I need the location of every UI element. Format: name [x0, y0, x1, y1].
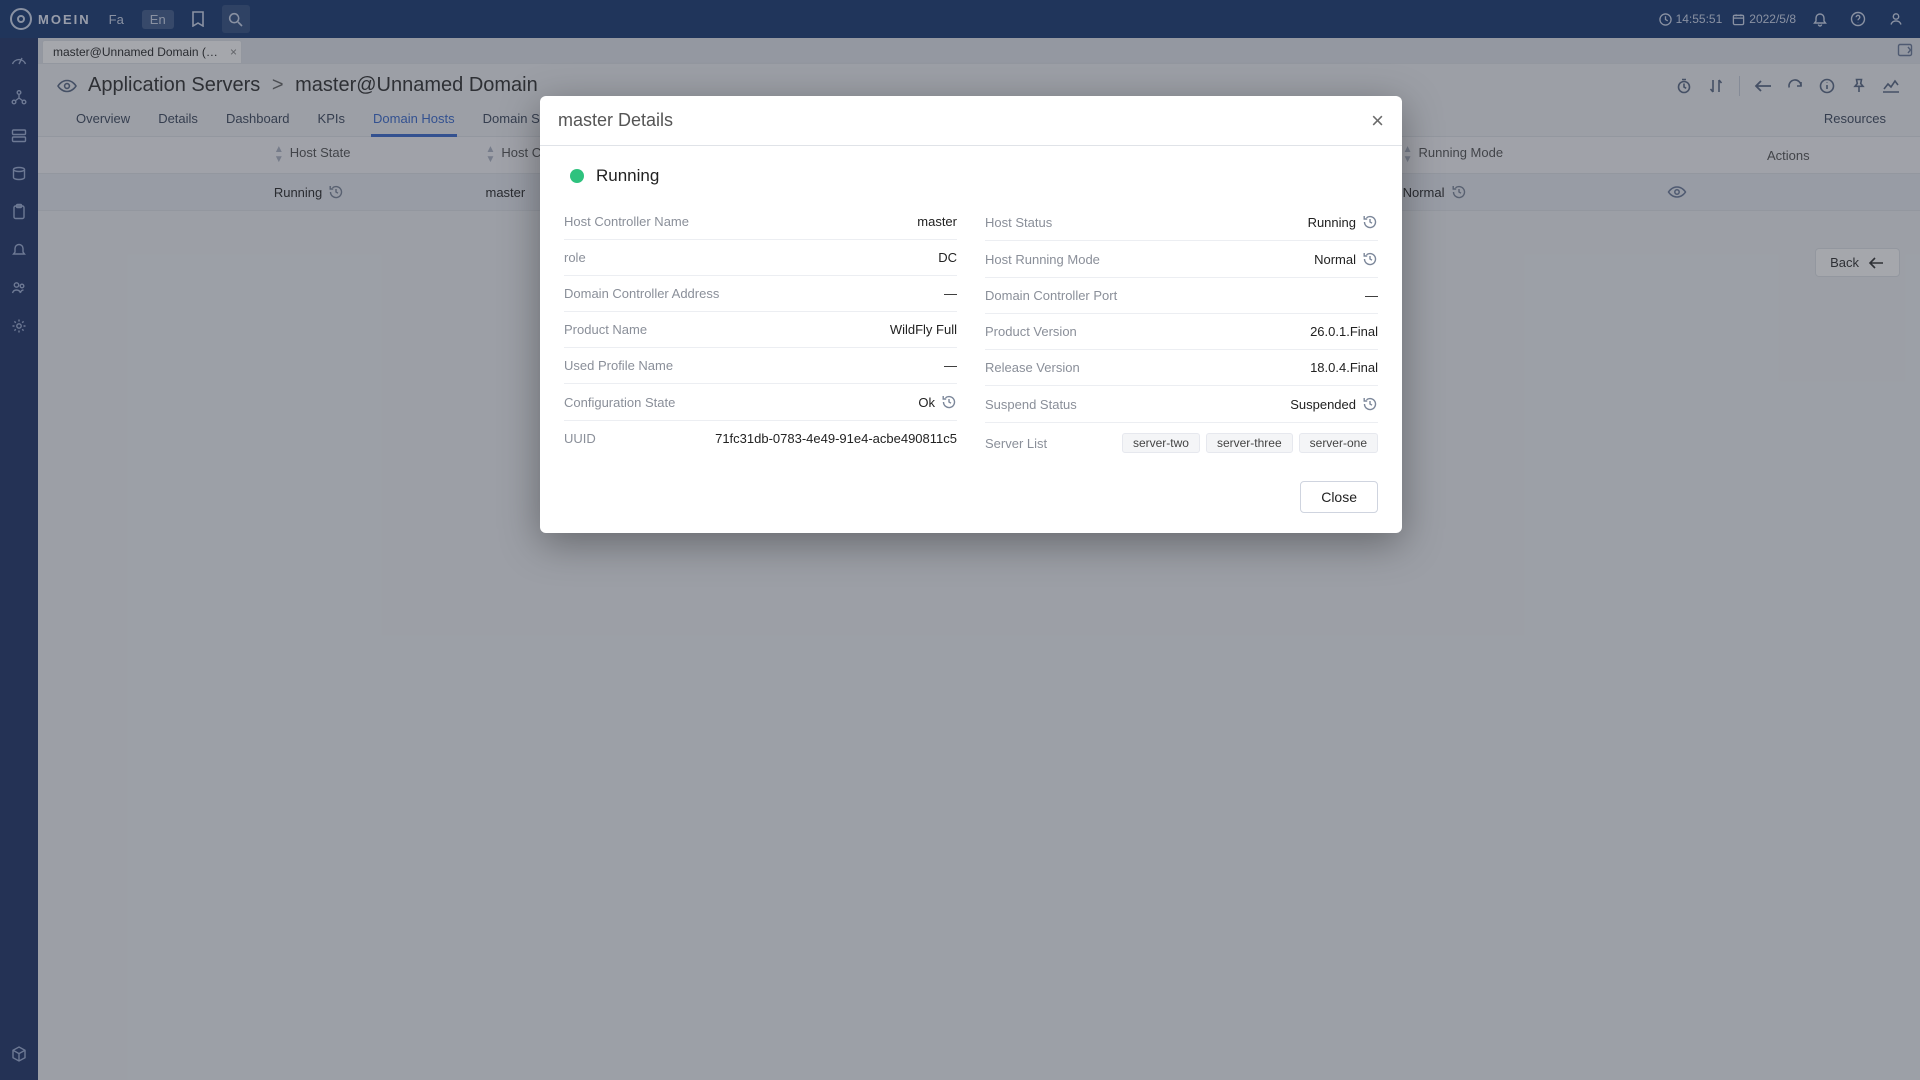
kv-row: role DC: [564, 240, 957, 276]
kv-value: server-two server-three server-one: [1122, 433, 1378, 453]
kv-row: Suspend Status Suspended: [985, 386, 1378, 423]
history-icon[interactable]: [1362, 214, 1378, 230]
kv-value: —: [1365, 288, 1378, 303]
status-label: Running: [596, 166, 659, 186]
kv-row: Used Profile Name —: [564, 348, 957, 384]
kv-value: WildFly Full: [890, 322, 957, 337]
details-modal: master Details × Running Host Controller…: [540, 96, 1402, 533]
kv-right-column: Host Status Running Host Running Mode Norma…: [985, 204, 1378, 463]
kv-key: role: [564, 250, 586, 265]
server-chip[interactable]: server-one: [1299, 433, 1378, 453]
kv-key: Used Profile Name: [564, 358, 673, 373]
close-button[interactable]: Close: [1300, 481, 1378, 513]
server-chip[interactable]: server-two: [1122, 433, 1200, 453]
kv-left-column: Host Controller Name master role DC Domain C…: [564, 204, 957, 463]
modal-header: master Details ×: [540, 96, 1402, 146]
kv-row: Server Listserver-twoserver-threeserver-…: [985, 423, 1378, 463]
modal-title: master Details: [558, 110, 673, 131]
modal-footer: Close: [540, 469, 1402, 533]
kv-key: Release Version: [985, 360, 1080, 375]
kv-key: Product Version: [985, 324, 1077, 339]
kv-key: Suspend Status: [985, 397, 1077, 412]
kv-value: Ok: [918, 394, 957, 410]
kv-key: Configuration State: [564, 395, 675, 410]
status-dot-icon: [570, 169, 584, 183]
close-icon[interactable]: ×: [1371, 112, 1384, 130]
history-icon[interactable]: [1362, 251, 1378, 267]
kv-value: 71fc31db-0783-4e49-91e4-acbe490811c5: [715, 431, 957, 446]
kv-row: Product Version 26.0.1.Final: [985, 314, 1378, 350]
kv-row: Domain Controller Port —: [985, 278, 1378, 314]
history-icon[interactable]: [1362, 396, 1378, 412]
kv-key: Product Name: [564, 322, 647, 337]
kv-row: Domain Controller Address —: [564, 276, 957, 312]
kv-value: Running: [1308, 214, 1378, 230]
server-chip[interactable]: server-three: [1206, 433, 1293, 453]
kv-value: master: [917, 214, 957, 229]
kv-row: Release Version 18.0.4.Final: [985, 350, 1378, 386]
kv-row: Host Running Mode Normal: [985, 241, 1378, 278]
kv-row: Host Status Running: [985, 204, 1378, 241]
kv-row: Host Controller Name master: [564, 204, 957, 240]
kv-key: Host Status: [985, 215, 1052, 230]
kv-value: Suspended: [1290, 396, 1378, 412]
kv-key: Host Controller Name: [564, 214, 689, 229]
kv-key: UUID: [564, 431, 596, 446]
kv-row: Product Name WildFly Full: [564, 312, 957, 348]
kv-value: 18.0.4.Final: [1310, 360, 1378, 375]
kv-key: Host Running Mode: [985, 252, 1100, 267]
kv-value: —: [944, 358, 957, 373]
kv-value: Normal: [1314, 251, 1378, 267]
history-icon[interactable]: [941, 394, 957, 410]
kv-row: Configuration State Ok: [564, 384, 957, 421]
kv-value: —: [944, 286, 957, 301]
kv-key: Server List: [985, 436, 1047, 451]
kv-row: UUID 71fc31db-0783-4e49-91e4-acbe490811c5: [564, 421, 957, 456]
kv-value: DC: [938, 250, 957, 265]
kv-key: Domain Controller Port: [985, 288, 1117, 303]
modal-body: Running Host Controller Name master role DC…: [540, 146, 1402, 469]
kv-value: 26.0.1.Final: [1310, 324, 1378, 339]
kv-key: Domain Controller Address: [564, 286, 719, 301]
status-row: Running: [570, 166, 1378, 186]
